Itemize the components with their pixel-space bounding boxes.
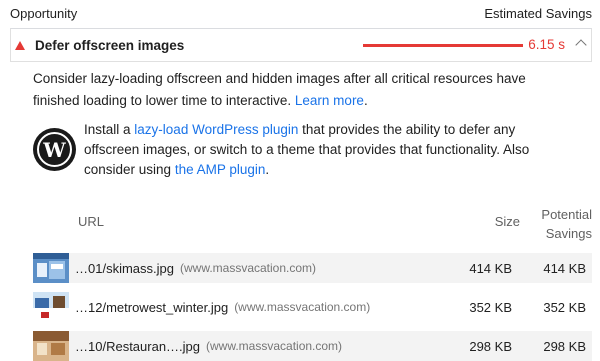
audit-savings-value: 6.15 s (528, 37, 565, 52)
row-size: 352 KB (469, 299, 512, 315)
audit-defer-offscreen-images[interactable]: Defer offscreen images 6.15 s (10, 28, 592, 62)
column-header-size: Size (494, 214, 520, 229)
table-row[interactable]: …10/Restauran….jpg (www.massvacation.com… (33, 331, 592, 361)
row-size: 298 KB (469, 338, 512, 354)
row-host: (www.massvacation.com) (234, 300, 371, 314)
row-host: (www.massvacation.com) (179, 261, 317, 275)
row-savings: 414 KB (543, 260, 586, 276)
wordpress-text-1: Install a (84, 122, 131, 137)
opportunity-label: Opportunity (10, 6, 78, 21)
learn-more-link[interactable]: Learn more (295, 93, 364, 108)
estimated-savings-label: Estimated Savings (484, 6, 592, 21)
description-period: . (363, 93, 368, 108)
row-url[interactable]: …12/metrowest_winter.jpg (75, 300, 228, 315)
column-header-potential: Potential (541, 207, 592, 222)
wordpress-logo-icon: W (33, 128, 76, 171)
savings-bar (363, 44, 523, 47)
image-thumbnail (33, 292, 69, 322)
fail-triangle-icon (15, 40, 25, 50)
amp-plugin-link[interactable]: the AMP plugin (175, 162, 266, 177)
column-header-url: URL (78, 214, 105, 229)
row-url[interactable]: …01/skimass.jpg (75, 261, 174, 276)
image-thumbnail (33, 253, 69, 283)
audit-title: Defer offscreen images (35, 37, 185, 53)
column-header-potential-savings: Potential Savings (541, 205, 592, 243)
row-host: (www.massvacation.com) (206, 339, 343, 353)
row-savings: 352 KB (543, 299, 586, 315)
row-size: 414 KB (469, 260, 512, 276)
row-url[interactable]: …10/Restauran….jpg (75, 339, 200, 354)
opportunity-header: Opportunity Estimated Savings (10, 6, 592, 22)
wordpress-logo-mark: W (37, 132, 72, 167)
audit-description: Consider lazy-loading offscreen and hidd… (33, 68, 574, 112)
wordpress-advice: Install a lazy-load WordPress plugin tha… (84, 120, 574, 180)
wordpress-text-3: . (265, 162, 270, 177)
row-savings: 298 KB (543, 338, 586, 354)
column-header-savings: Savings (545, 226, 592, 241)
audit-description-text: Consider lazy-loading offscreen and hidd… (33, 71, 526, 108)
table-row[interactable]: …12/metrowest_winter.jpg (www.massvacati… (33, 292, 592, 322)
chevron-up-icon[interactable] (575, 39, 587, 51)
image-thumbnail (33, 331, 69, 361)
table-row[interactable]: …01/skimass.jpg (www.massvacation.com) 4… (33, 253, 592, 283)
lazy-load-plugin-link[interactable]: lazy-load WordPress plugin (134, 122, 298, 137)
